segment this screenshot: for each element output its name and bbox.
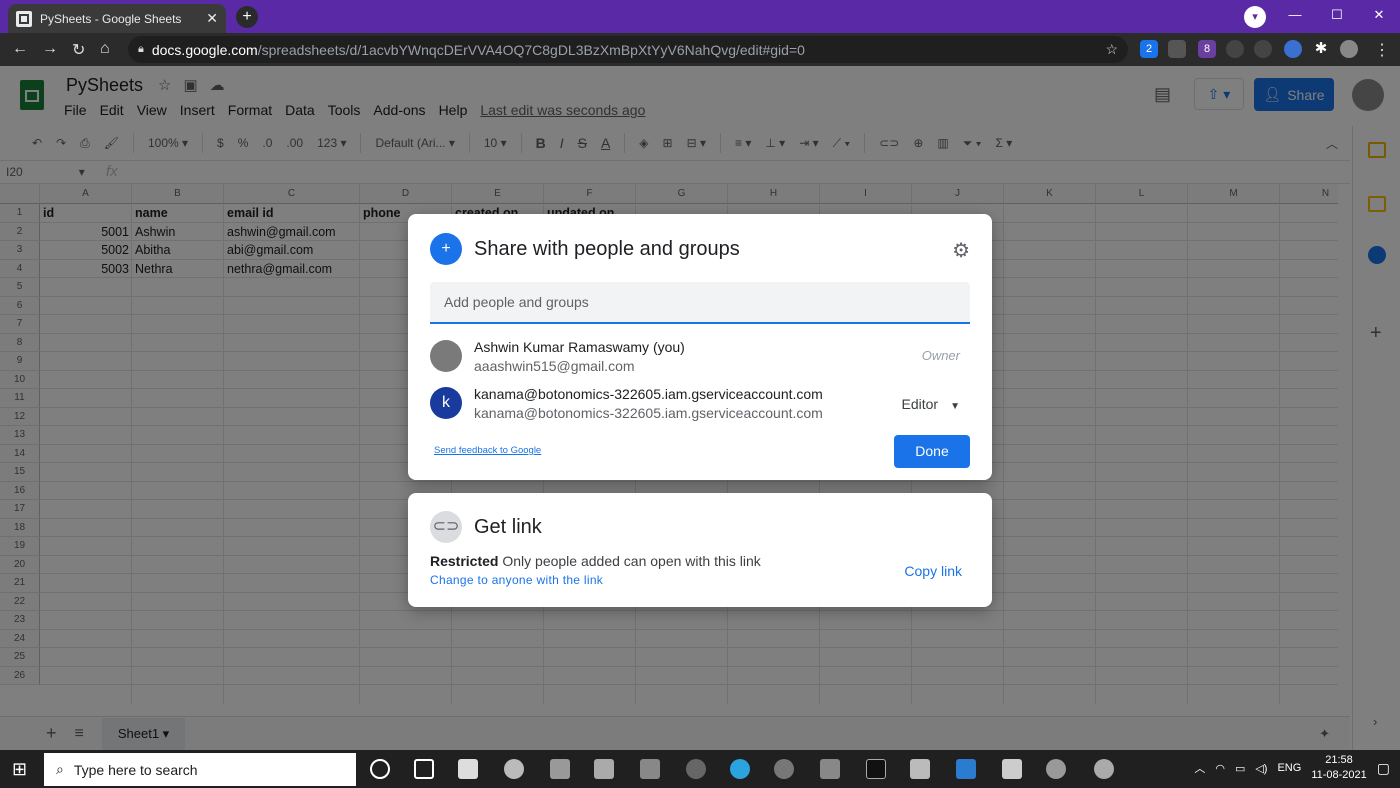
document-icon[interactable] [1002,759,1022,779]
tab-close-icon[interactable]: ✕ [206,10,218,27]
windows-start-icon[interactable]: ⊞ [12,759,27,780]
extension-icon-blue[interactable] [1284,40,1302,58]
app-icon[interactable] [820,759,840,779]
tab-search-icon[interactable]: ▾ [1244,6,1266,28]
language-indicator[interactable]: ENG [1277,762,1301,774]
notifications-icon[interactable]: ▢ [1377,760,1390,777]
chevron-down-icon: ▼ [950,401,960,412]
windows-taskbar: ⊞ ⌕ Type here to search ︿ ◠ ▭ ◁) ENG 21:… [0,750,1400,788]
calculator-icon[interactable] [640,759,660,779]
browser-tab-strip: PySheets - Google Sheets ✕ + ▾ — ☐ ✕ [0,0,1400,33]
person-name: kanama@botonomics-322605.iam.gserviceacc… [474,386,823,402]
browser-tab[interactable]: PySheets - Google Sheets ✕ [8,4,226,33]
close-window-button[interactable]: ✕ [1358,0,1400,33]
tray-expand-icon[interactable]: ︿ [1194,760,1205,776]
service-account-avatar: k [430,387,462,419]
explorer-icon[interactable] [550,759,570,779]
done-button[interactable]: Done [894,435,970,468]
vscode-icon[interactable] [956,759,976,779]
bookmark-star-icon[interactable]: ☆ [1105,41,1118,58]
get-link-title: Get link [474,516,542,538]
role-dropdown[interactable]: Editor ▼ [902,396,960,412]
back-icon[interactable]: ← [12,40,28,58]
system-tray: ︿ ◠ ▭ ◁) ENG 21:58 11-08-2021 ▢ [1194,753,1390,783]
maximize-button[interactable]: ☐ [1316,0,1358,33]
share-dialog-title: Share with people and groups [474,238,740,260]
window-controls: — ☐ ✕ [1274,0,1400,33]
add-people-input[interactable]: Add people and groups [430,282,970,324]
wifi-icon[interactable]: ◠ [1215,762,1225,775]
slack-icon[interactable] [774,759,794,779]
github-icon[interactable] [686,759,706,779]
react-extension-icon[interactable] [1226,40,1244,58]
copy-link-button[interactable]: Copy link [904,563,962,579]
battery-icon[interactable]: ▭ [1235,762,1245,775]
lock-icon: 🔒︎ [138,43,144,55]
paint-icon[interactable] [504,759,524,779]
puzzle-icon[interactable]: ✱ [1312,40,1330,58]
search-placeholder: Type here to search [73,761,198,778]
a-extension-icon[interactable] [1254,40,1272,58]
person-name: Ashwin Kumar Ramaswamy (you) [474,339,685,355]
reload-icon[interactable]: ↻ [72,40,85,60]
add-person-icon: + [430,233,462,265]
compass-icon[interactable] [1046,759,1066,779]
forward-icon[interactable]: → [42,40,58,58]
person-email: aaashwin515@gmail.com [474,358,635,374]
chrome-icon[interactable] [1094,759,1114,779]
search-icon: ⌕ [56,761,64,777]
change-access-link[interactable]: Change to anyone with the link [430,573,603,587]
telegram-icon[interactable] [730,759,750,779]
taskbar-search-box[interactable]: ⌕ Type here to search [44,753,356,786]
url-host: docs.google.com [151,41,258,58]
profile-avatar[interactable] [1340,40,1358,58]
home-icon[interactable]: ⌂ [100,40,110,58]
store-icon[interactable] [458,759,478,779]
owner-role-label: Owner [921,348,960,363]
clock[interactable]: 21:58 11-08-2021 [1311,753,1366,783]
role-value: Editor [901,396,939,412]
address-bar[interactable]: 🔒︎ docs.google.com/spreadsheets/d/1acvbY… [128,36,1128,63]
person-email: kanama@botonomics-322605.iam.gserviceacc… [474,405,823,421]
share-dialog: + Share with people and groups ⚙ Add peo… [408,214,992,480]
restriction-text: Restricted Only people added can open wi… [430,553,761,569]
link-icon: ⊂⊃ [430,511,462,543]
restricted-description: Only people added can open with this lin… [502,553,761,569]
sheets-favicon-icon [16,10,32,27]
minimize-button[interactable]: — [1274,0,1316,33]
clock-time: 21:58 [1325,754,1353,766]
task-view-icon[interactable] [414,759,434,779]
git-icon[interactable] [910,759,930,779]
volume-icon[interactable]: ◁) [1255,762,1267,775]
browser-toolbar: ← → ↻ ⌂ 🔒︎ docs.google.com/spreadsheets/… [0,33,1400,66]
send-feedback-link[interactable]: Send feedback to Google [434,445,541,456]
extension-badge-icon[interactable]: 2 [1140,40,1158,58]
new-tab-button[interactable]: + [236,6,258,28]
terminal-icon[interactable] [866,759,886,779]
notepad-icon[interactable] [594,759,614,779]
settings-gear-icon[interactable]: ⚙ [952,238,970,263]
url-path: /spreadsheets/d/1acvbYWnqcDErVVA4OQ7C8gD… [257,41,805,58]
get-link-dialog: ⊂⊃ Get link Restricted Only people added… [408,493,992,607]
tab-title: PySheets - Google Sheets [40,11,182,26]
restricted-label: Restricted [430,553,499,569]
clock-date: 11-08-2021 [1311,769,1367,781]
browser-menu-icon[interactable]: ⋮ [1374,40,1390,60]
extension-icon[interactable] [1168,40,1186,58]
owner-avatar [430,340,462,372]
extension-badge-icon-2[interactable]: 8 [1198,40,1216,58]
cortana-icon[interactable] [370,759,390,779]
